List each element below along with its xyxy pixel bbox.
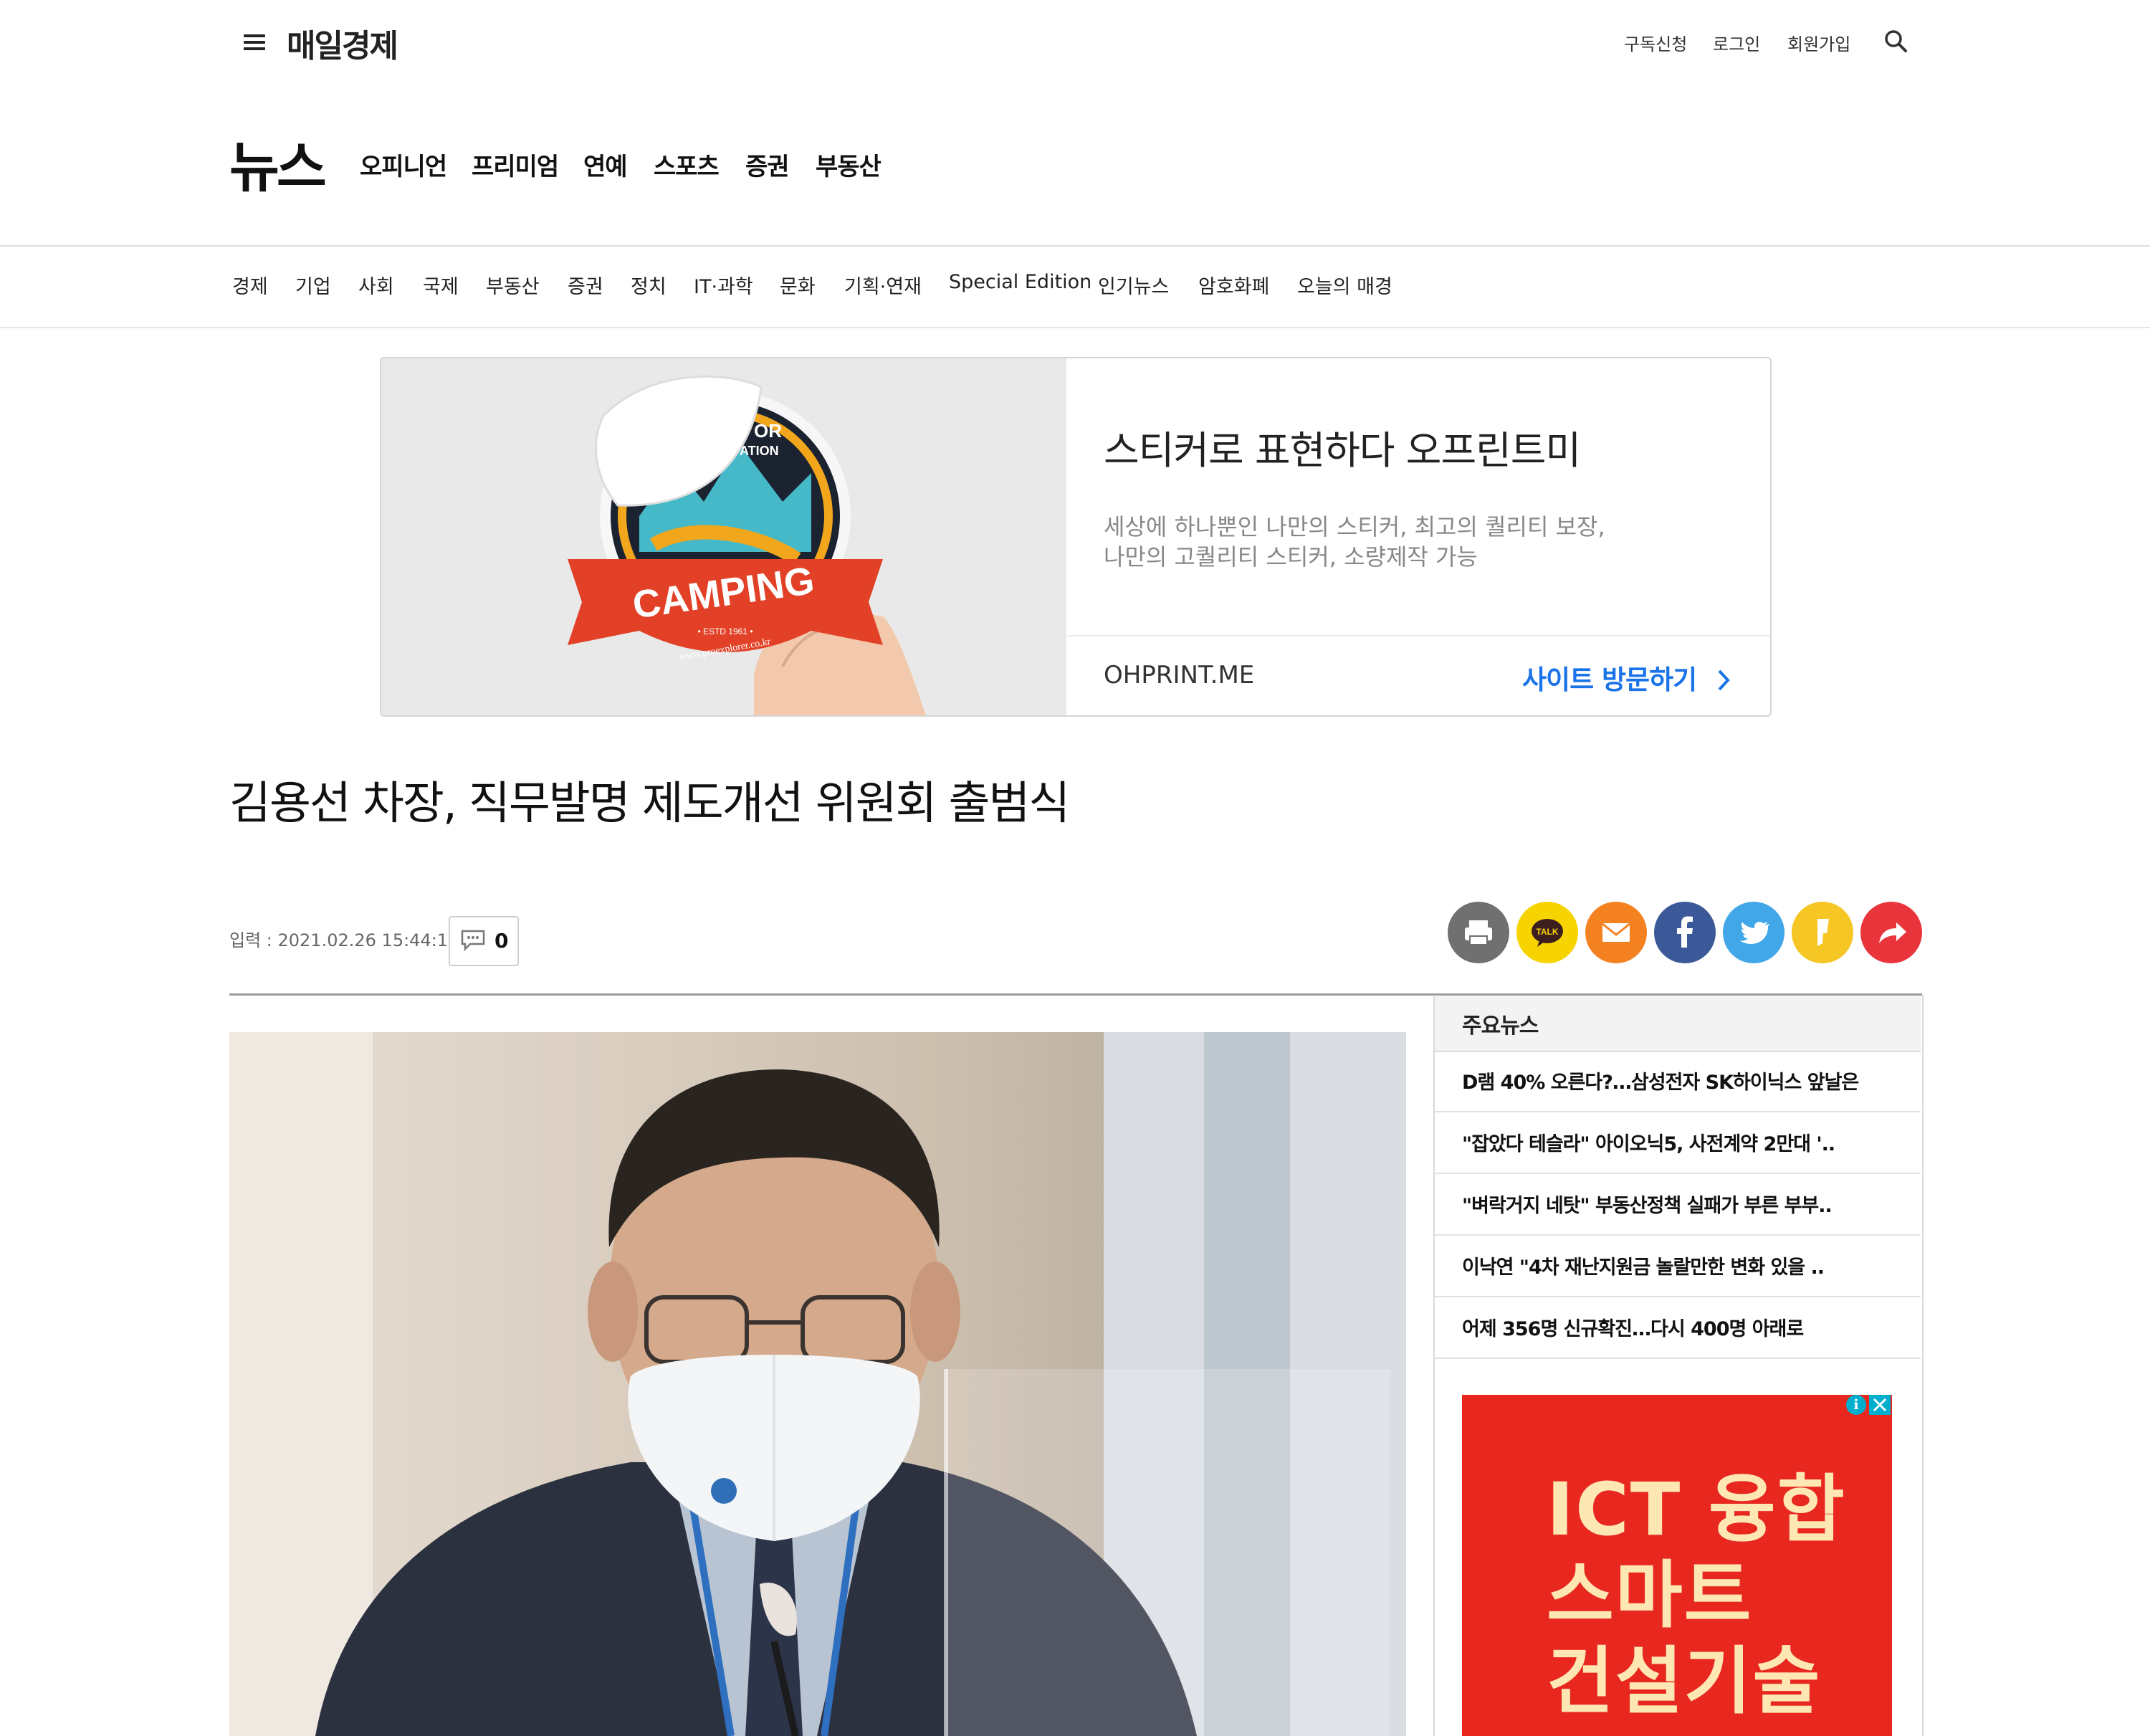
category-society[interactable]: 사회 [358,271,394,299]
top-news-item[interactable]: "잡았다 테슬라" 아이오닉5, 사전계약 2만대 '.. [1462,1128,1835,1156]
sidebar-ad-close-icon[interactable] [1869,1395,1891,1415]
top-news-item[interactable]: "벼락거지 네탓" 부동산정책 실패가 부른 부부.. [1462,1190,1833,1218]
article-photo-illustration [229,1032,1406,1736]
kakaostory-icon [1817,919,1829,946]
category-politics[interactable]: 정치 [631,271,666,299]
category-business[interactable]: 기업 [295,271,331,299]
category-special-edition[interactable]: Special Edition [949,271,1091,293]
news-divider [1435,1296,1921,1297]
kakaostory-share-button[interactable] [1792,902,1853,963]
subscribe-link[interactable]: 구독신청 [1624,30,1687,55]
hamburger-menu-icon[interactable] [244,34,265,50]
tab-opinion[interactable]: 오피니언 [360,147,447,182]
sidebar-ad-line: 건설기술 [1547,1639,1822,1725]
kakaotalk-icon: TALK [1532,919,1563,947]
tab-realestate[interactable]: 부동산 [816,147,882,182]
category-series[interactable]: 기획·연재 [844,271,922,299]
login-link[interactable]: 로그인 [1713,30,1760,55]
news-divider [1435,1111,1921,1112]
ad-cta-label: 사이트 방문하기 [1522,664,1697,695]
sidebar-ad[interactable]: ICT 융합 스마트 건설기술 i [1462,1395,1892,1736]
article-headline: 김용선 차장, 직무발명 제도개선 위원회 출범식 [229,777,1070,829]
kakaotalk-talk-label: TALK [1536,927,1558,937]
news-divider [1435,1234,1921,1236]
comment-icon [461,930,485,952]
sidebar-title: 주요뉴스 [1462,1014,1539,1039]
ad-domain[interactable]: OHPRINT.ME [1104,661,1254,690]
signup-link[interactable]: 회원가입 [1787,30,1850,55]
category-crypto[interactable]: 암호화폐 [1198,271,1269,299]
sticker-top2-text: ATION [740,444,779,458]
email-icon [1602,922,1630,942]
category-it-science[interactable]: IT·과학 [694,271,753,299]
ad-banner[interactable]: CAMPING • ESTD 1961 • www.proexplorer.co… [380,357,1772,717]
ad-description-line2: 나만의 고퀄리티 스티커, 소량제작 가능 [1104,543,1478,571]
top-news-item[interactable]: D램 40% 오른다?…삼성전자 SK하이닉스 앞날은 [1462,1067,1859,1094]
top-news-item[interactable]: 어제 356명 신규확진…다시 400명 아래로 [1462,1313,1804,1341]
nav-divider [0,245,2150,247]
ad-image[interactable]: CAMPING • ESTD 1961 • www.proexplorer.co… [381,358,1066,715]
category-today-mk[interactable]: 오늘의 매경 [1297,271,1392,299]
email-share-button[interactable] [1585,902,1647,963]
sticker-top-text: OR [754,420,782,442]
share-icon [1879,922,1906,943]
tab-premium[interactable]: 프리미엄 [472,147,559,182]
section-title[interactable]: 뉴스 [229,123,327,202]
tab-stock[interactable]: 증권 [745,147,790,182]
category-stock[interactable]: 증권 [568,271,603,299]
category-culture[interactable]: 문화 [780,271,816,299]
print-button[interactable] [1448,902,1509,963]
article-date: 입력 : 2021.02.26 15:44:12 [229,930,459,950]
facebook-share-button[interactable] [1654,902,1716,963]
twitter-icon [1740,921,1769,945]
sticker-estd-text: • ESTD 1961 • [697,626,752,636]
chevron-right-icon [1718,669,1730,691]
sticker-illustration: CAMPING • ESTD 1961 • www.proexplorer.co… [568,375,926,715]
sidebar-ad-info-icon[interactable]: i [1846,1395,1866,1415]
category-international[interactable]: 국제 [423,271,459,299]
category-realestate[interactable]: 부동산 [486,271,540,299]
ad-separator [1068,635,1770,636]
ad-description-line1: 세상에 하나뿐인 나만의 스티커, 최고의 퀄리티 보장, [1104,513,1605,540]
ad-visit-site-button[interactable]: 사이트 방문하기 [1522,658,1732,697]
ad-title[interactable]: 스티커로 표현하다 오프린트미 [1104,419,1581,475]
tab-sports[interactable]: 스포츠 [654,147,720,182]
article-photo [229,1032,1406,1736]
top-news-item[interactable]: 이낙연 "4차 재난지원금 놀랄만한 변화 있을 .. [1462,1251,1825,1279]
category-divider [0,327,2150,328]
search-icon[interactable] [1883,29,1908,53]
news-divider [1435,1173,1921,1174]
category-popular-news[interactable]: 인기뉴스 [1098,271,1169,299]
site-logo[interactable]: 매일경제 [287,20,398,66]
category-economy[interactable]: 경제 [232,271,268,299]
comment-count[interactable]: 0 [494,929,508,953]
news-divider [1435,1358,1921,1359]
kakaotalk-share-button[interactable]: TALK [1516,902,1578,963]
more-share-button[interactable] [1860,902,1922,963]
tab-entertainment[interactable]: 연예 [583,147,628,182]
twitter-share-button[interactable] [1723,902,1784,963]
facebook-icon [1677,916,1693,948]
print-icon [1465,920,1492,945]
